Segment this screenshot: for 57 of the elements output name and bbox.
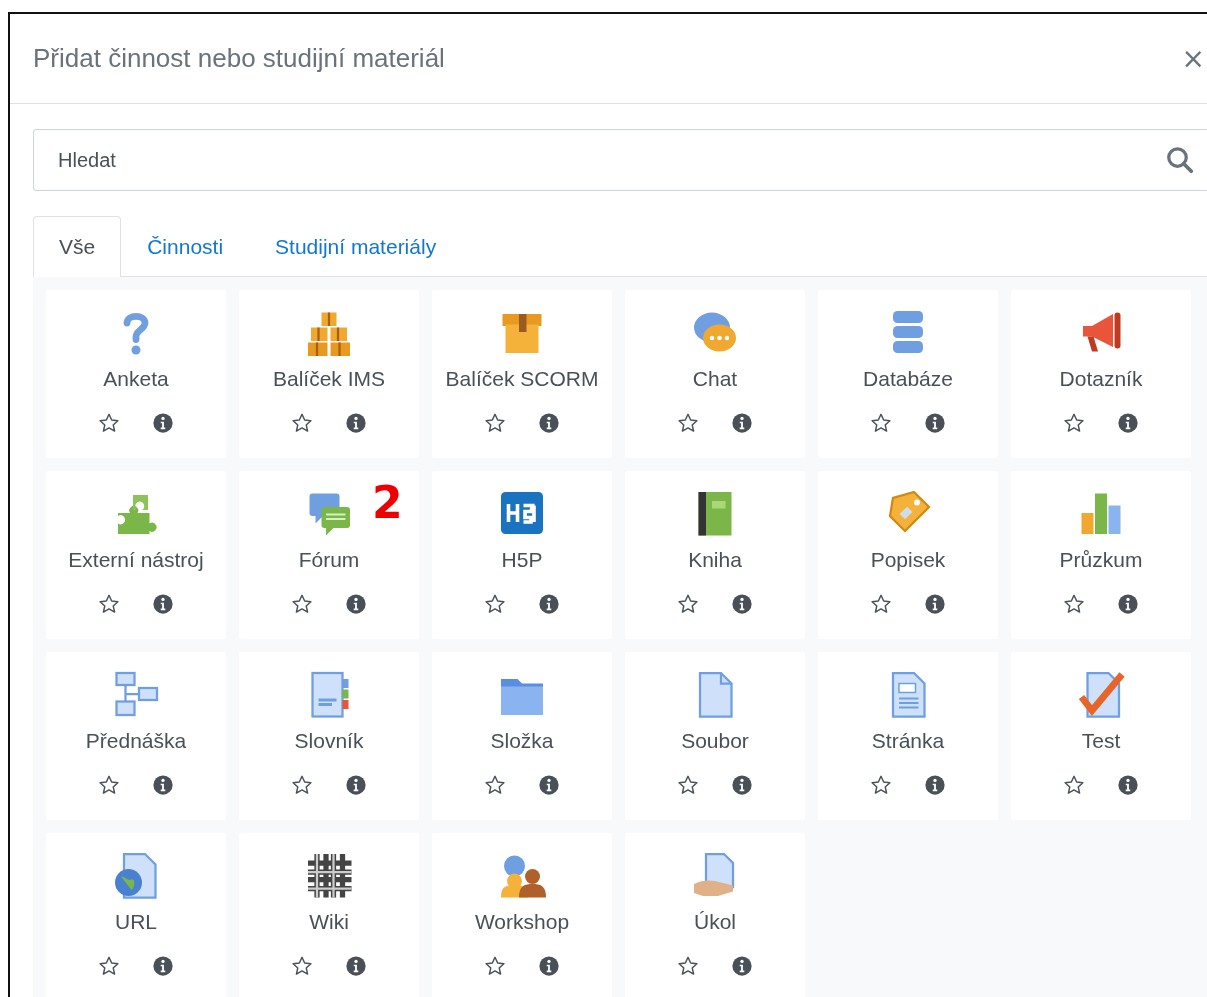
module-name: Stránka xyxy=(871,729,945,753)
module-card[interactable]: Slovník xyxy=(239,652,419,820)
module-name: Soubor xyxy=(681,729,749,753)
module-card[interactable]: URL xyxy=(46,833,226,997)
module-name: Dotazník xyxy=(1059,367,1143,391)
module-name: Přednáška xyxy=(85,729,187,753)
module-card[interactable]: Úkol xyxy=(625,833,805,997)
module-name: Fórum xyxy=(298,548,360,572)
logo-icon xyxy=(498,489,546,537)
module-card[interactable]: Databáze xyxy=(818,290,998,458)
module-name: H5P xyxy=(501,548,543,572)
module-card[interactable]: Průzkum xyxy=(1011,471,1191,639)
module-card[interactable]: Popisek xyxy=(818,471,998,639)
module-name: Slovník xyxy=(294,729,364,753)
module-card[interactable]: Kniha xyxy=(625,471,805,639)
module-card[interactable]: Workshop xyxy=(432,833,612,997)
module-card[interactable]: Balíček SCORM xyxy=(432,290,612,458)
module-name: Úkol xyxy=(694,910,736,934)
woven-pattern-icon xyxy=(305,851,353,899)
module-card[interactable]: Anketa xyxy=(46,290,226,458)
module-card[interactable]: Fórum 2 xyxy=(239,471,419,639)
annotation-number: 2 xyxy=(372,481,403,525)
globe-file-icon xyxy=(112,851,160,899)
module-card[interactable]: Wiki xyxy=(239,833,419,997)
checkmark-icon xyxy=(1077,670,1125,718)
close-button[interactable]: × xyxy=(1181,44,1207,73)
module-card[interactable]: Chat xyxy=(625,290,805,458)
dialog-title: Přidat činnost nebo studijní materiál xyxy=(33,43,445,74)
module-name: Popisek xyxy=(870,548,946,572)
search-icon xyxy=(1165,145,1195,175)
module-name: Databáze xyxy=(863,367,953,391)
tab[interactable]: Studijní materiály xyxy=(249,216,463,277)
tab[interactable]: Činnosti xyxy=(121,216,250,277)
module-card[interactable]: Test xyxy=(1011,652,1191,820)
module-card[interactable]: Stránka xyxy=(818,652,998,820)
module-card[interactable]: Složka xyxy=(432,652,612,820)
module-card[interactable]: H5P xyxy=(432,471,612,639)
module-name: Balíček SCORM xyxy=(445,367,599,391)
module-name: Workshop xyxy=(474,910,570,934)
module-name: Anketa xyxy=(103,367,169,391)
module-card[interactable]: Přednáška xyxy=(46,652,226,820)
flowchart-icon xyxy=(112,670,160,718)
module-name: Složka xyxy=(490,729,554,753)
tab[interactable]: Vše xyxy=(33,216,122,277)
search-field[interactable]: Hledat xyxy=(33,129,1207,191)
module-card[interactable]: Externí nástroj xyxy=(46,471,226,639)
module-name: Chat xyxy=(692,367,738,391)
module-name: Test xyxy=(1081,729,1121,753)
module-name: Balíček IMS xyxy=(272,367,385,391)
module-card[interactable]: Soubor xyxy=(625,652,805,820)
module-name: URL xyxy=(115,910,157,934)
module-name: Kniha xyxy=(688,548,742,572)
module-name: Průzkum xyxy=(1059,548,1143,572)
module-name: Externí nástroj xyxy=(68,548,204,572)
module-card[interactable]: Dotazník xyxy=(1011,290,1191,458)
module-card[interactable]: Balíček IMS xyxy=(239,290,419,458)
module-name: Wiki xyxy=(309,910,349,934)
